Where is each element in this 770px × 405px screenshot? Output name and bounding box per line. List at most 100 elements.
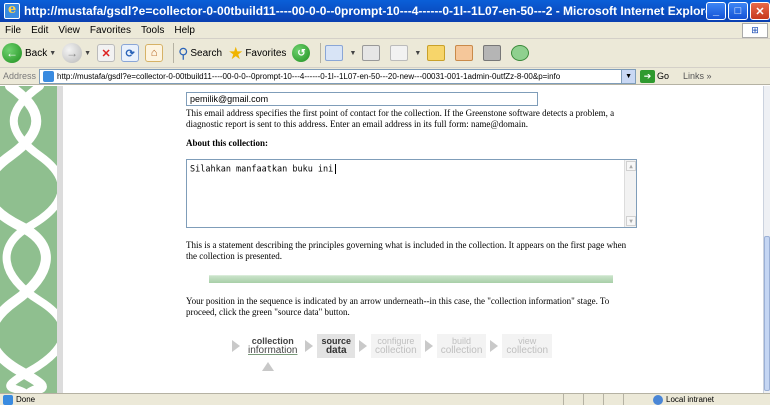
page-icon bbox=[3, 394, 13, 405]
back-arrow-icon: ← bbox=[2, 43, 22, 63]
chevron-down-icon[interactable]: ▼ bbox=[49, 50, 56, 57]
intranet-icon bbox=[653, 394, 663, 405]
home-icon: ⌂ bbox=[145, 44, 164, 62]
discuss-icon bbox=[455, 45, 474, 61]
minimize-button[interactable]: _ bbox=[706, 2, 726, 20]
step-label-line2: data bbox=[325, 345, 347, 356]
about-collection-label: About this collection: bbox=[186, 138, 268, 148]
menu-favorites[interactable]: Favorites bbox=[85, 25, 136, 36]
menu-file[interactable]: File bbox=[0, 25, 26, 36]
current-step-pointer-icon bbox=[262, 362, 274, 371]
refresh-button[interactable]: ⟳ bbox=[121, 44, 140, 62]
status-cell bbox=[583, 394, 603, 405]
page-icon bbox=[43, 70, 55, 82]
step-collection-information: collection information bbox=[244, 334, 302, 358]
step-label-line2: information bbox=[248, 345, 298, 356]
chevron-down-icon[interactable]: ▼ bbox=[84, 50, 91, 57]
page-content: pemilik@gmail.com This email address spe… bbox=[0, 86, 763, 393]
forward-button[interactable]: → ▼ bbox=[62, 43, 91, 63]
step-arrow-icon bbox=[424, 340, 433, 352]
status-done: Done bbox=[3, 394, 563, 405]
ie-icon bbox=[4, 2, 20, 19]
step-label-line2: collection bbox=[506, 345, 549, 356]
research-icon bbox=[483, 45, 502, 61]
messenger-button[interactable] bbox=[511, 45, 533, 61]
status-cell bbox=[603, 394, 623, 405]
step-arrow-icon bbox=[232, 340, 240, 352]
window-controls: _ □ ✕ bbox=[706, 2, 770, 20]
folder-button[interactable] bbox=[427, 45, 449, 61]
address-url: http://mustafa/gsdl?e=collector-0-00tbui… bbox=[57, 71, 561, 81]
back-button[interactable]: ← Back ▼ bbox=[2, 43, 56, 63]
address-input[interactable]: http://mustafa/gsdl?e=collector-0-00tbui… bbox=[39, 68, 637, 84]
go-label: Go bbox=[657, 71, 670, 81]
sequence-help-text: Your position in the sequence is indicat… bbox=[186, 296, 610, 317]
menu-view[interactable]: View bbox=[53, 25, 85, 36]
email-field[interactable]: pemilik@gmail.com bbox=[186, 92, 538, 106]
mail-button[interactable]: ▼ bbox=[325, 45, 356, 61]
folder-icon bbox=[427, 45, 446, 61]
step-build-collection: build collection bbox=[436, 334, 487, 358]
stop-button[interactable]: ✕ bbox=[97, 44, 116, 62]
scroll-up-icon[interactable]: ▲ bbox=[626, 161, 636, 171]
status-cell bbox=[623, 394, 643, 405]
favorites-label: Favorites bbox=[245, 47, 287, 59]
address-label: Address bbox=[3, 71, 37, 81]
divider-bar bbox=[209, 275, 613, 283]
toolbar-divider bbox=[320, 43, 322, 63]
scroll-down-icon[interactable]: ▼ bbox=[626, 216, 636, 226]
step-arrow-icon bbox=[305, 340, 314, 352]
stop-icon: ✕ bbox=[97, 44, 116, 62]
toolbar-divider bbox=[173, 43, 175, 63]
print-button[interactable] bbox=[362, 45, 384, 61]
search-button[interactable]: ⚲ Search bbox=[178, 45, 222, 62]
step-view-collection: view collection bbox=[502, 334, 553, 358]
text-caret bbox=[335, 164, 337, 174]
mail-icon bbox=[325, 45, 344, 61]
discuss-button[interactable] bbox=[455, 45, 477, 61]
title-bar: http://mustafa/gsdl?e=collector-0-00tbui… bbox=[0, 0, 770, 22]
left-divider bbox=[57, 86, 63, 393]
step-label-line2: collection bbox=[440, 345, 483, 356]
windows-logo-icon: ⊞ bbox=[742, 23, 768, 38]
history-button[interactable]: ↺ bbox=[292, 44, 311, 62]
textarea-scrollbar[interactable]: ▲ ▼ bbox=[624, 160, 636, 227]
home-button[interactable]: ⌂ bbox=[145, 44, 164, 62]
menu-bar: File Edit View Favorites Tools Help ⊞ bbox=[0, 22, 770, 39]
menu-help[interactable]: Help bbox=[169, 25, 200, 36]
history-icon: ↺ bbox=[292, 44, 311, 62]
edit-icon bbox=[390, 45, 409, 61]
status-cell bbox=[563, 394, 583, 405]
status-text: Done bbox=[16, 395, 36, 404]
star-icon: ★ bbox=[228, 43, 244, 63]
close-button[interactable]: ✕ bbox=[750, 2, 770, 20]
scrollbar-thumb[interactable] bbox=[764, 236, 770, 391]
edit-button[interactable]: ▼ bbox=[390, 45, 421, 61]
collector-steps: collection information source data confi… bbox=[228, 331, 608, 361]
zone-label: Local intranet bbox=[666, 395, 715, 404]
links-button[interactable]: Links » bbox=[683, 71, 712, 81]
email-help-text: This email address specifies the first p… bbox=[186, 108, 615, 129]
back-label: Back bbox=[25, 47, 48, 59]
go-button[interactable]: ➔ Go bbox=[640, 69, 670, 83]
printer-icon bbox=[362, 45, 381, 61]
favorites-button[interactable]: ★ Favorites bbox=[228, 45, 286, 62]
research-button[interactable] bbox=[483, 45, 505, 61]
chevron-down-icon[interactable]: ▼ bbox=[349, 50, 356, 57]
chevron-down-icon[interactable]: ▼ bbox=[621, 69, 636, 83]
step-configure-collection: configure collection bbox=[370, 334, 421, 358]
step-label-line2: collection bbox=[374, 345, 417, 356]
forward-arrow-icon: → bbox=[62, 43, 83, 63]
menu-edit[interactable]: Edit bbox=[26, 25, 53, 36]
status-bar: Done Local intranet bbox=[0, 393, 770, 405]
search-label: Search bbox=[190, 47, 223, 59]
about-collection-textarea[interactable]: Silahkan manfaatkan buku ini ▲ ▼ bbox=[186, 159, 637, 228]
step-arrow-icon bbox=[358, 340, 367, 352]
page-scrollbar[interactable] bbox=[763, 86, 770, 393]
step-source-data-button[interactable]: source data bbox=[317, 334, 355, 358]
chevron-down-icon[interactable]: ▼ bbox=[414, 50, 421, 57]
search-icon: ⚲ bbox=[178, 44, 189, 61]
toolbar: ← Back ▼ → ▼ ✕ ⟳ ⌂ ⚲ Search ★ Favorites … bbox=[0, 39, 770, 68]
menu-tools[interactable]: Tools bbox=[136, 25, 169, 36]
maximize-button[interactable]: □ bbox=[728, 2, 748, 20]
